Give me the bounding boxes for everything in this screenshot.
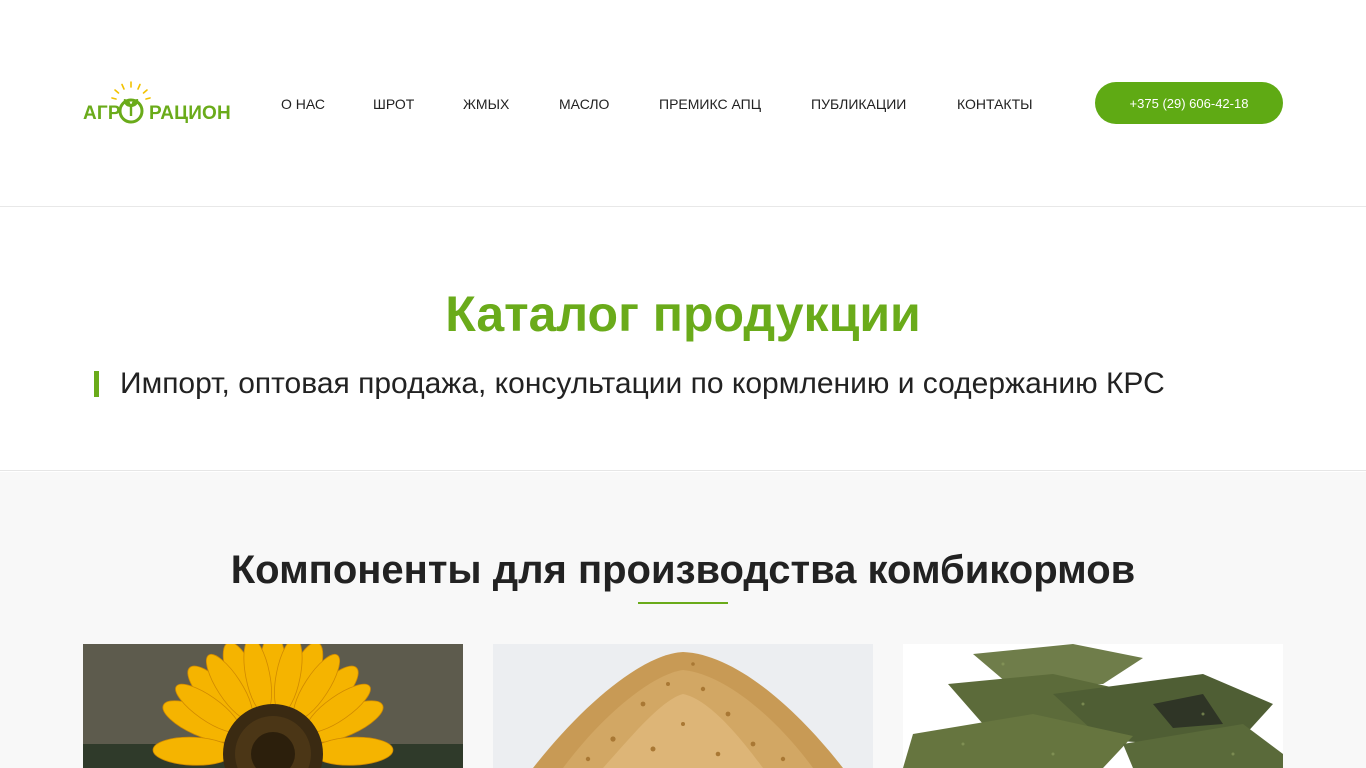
product-card-meal[interactable] bbox=[493, 644, 873, 768]
page-title: Каталог продукции bbox=[445, 286, 921, 342]
nav-item-about[interactable]: О НАС bbox=[281, 96, 373, 112]
logo[interactable]: АГР РАЦИОН bbox=[83, 78, 235, 128]
soybean-meal-image bbox=[493, 644, 873, 768]
sunflower-image bbox=[83, 644, 463, 768]
main-nav: О НАС ШРОТ ЖМЫХ МАСЛО ПРЕМИКС АПЦ ПУБЛИК… bbox=[281, 96, 1033, 112]
nav-item-publications[interactable]: ПУБЛИКАЦИИ bbox=[811, 96, 957, 112]
site-header: АГР РАЦИОН О НАС ШРОТ ЖМЫХ МАСЛО ПРЕМИКС… bbox=[0, 0, 1366, 207]
product-card-sunflower[interactable] bbox=[83, 644, 463, 768]
logo-text-right: РАЦИОН bbox=[149, 103, 231, 124]
nav-item-premix[interactable]: ПРЕМИКС АПЦ bbox=[659, 96, 811, 112]
accent-bar bbox=[94, 371, 99, 397]
nav-item-oilcake[interactable]: ЖМЫХ bbox=[463, 96, 559, 112]
phone-button[interactable]: +375 (29) 606-42-18 bbox=[1095, 82, 1283, 124]
catalog-hero: Каталог продукции Импорт, оптовая продаж… bbox=[0, 207, 1366, 471]
section-title: Компоненты для производства комбикормов bbox=[230, 548, 1136, 592]
components-section: Компоненты для производства комбикормов bbox=[0, 472, 1366, 768]
title-underline bbox=[638, 602, 728, 604]
oilcake-image bbox=[903, 644, 1283, 768]
catalog-subtitle-text: Импорт, оптовая продажа, консультации по… bbox=[120, 367, 1165, 400]
nav-item-oil[interactable]: МАСЛО bbox=[559, 96, 659, 112]
catalog-subtitle: Импорт, оптовая продажа, консультации по… bbox=[94, 367, 1165, 401]
nav-item-contacts[interactable]: КОНТАКТЫ bbox=[957, 96, 1033, 112]
sun-sprout-logo-icon bbox=[111, 81, 151, 124]
product-card-oilcake[interactable] bbox=[903, 644, 1283, 768]
nav-item-meal[interactable]: ШРОТ bbox=[373, 96, 463, 112]
